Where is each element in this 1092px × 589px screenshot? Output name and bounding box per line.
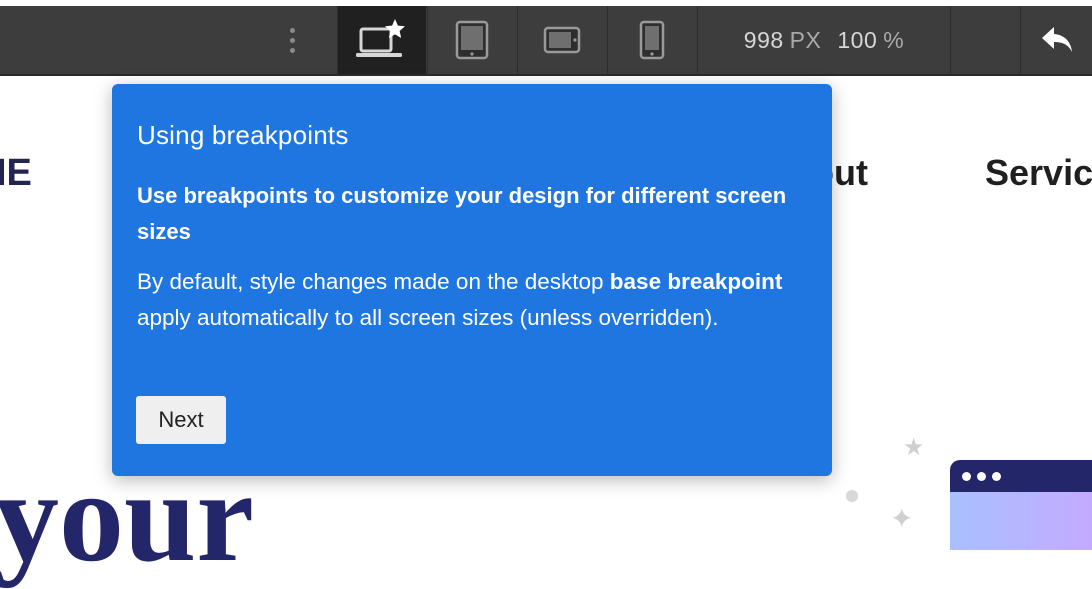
breakpoint-mobile-landscape-button[interactable] (518, 6, 606, 74)
undo-button[interactable] (1022, 6, 1092, 74)
breakpoint-desktop-base-button[interactable] (338, 6, 426, 74)
browser-body (950, 492, 1092, 550)
decorative-sparkle-icon: ✦ (890, 503, 914, 534)
vertical-ellipsis-icon (289, 27, 295, 33)
nav-item-services[interactable]: Servic (985, 152, 1092, 194)
divider (950, 6, 951, 74)
phone-portrait-icon (639, 20, 665, 60)
breakpoint-mobile-portrait-button[interactable] (608, 6, 696, 74)
undo-arrow-icon (1042, 27, 1072, 52)
ellipsis-dot (289, 47, 295, 53)
popover-body-bold: base breakpoint (609, 269, 783, 294)
tablet-icon (455, 20, 489, 60)
nav-item-partial-left[interactable]: IE (0, 152, 32, 195)
breakpoint-tablet-button[interactable] (428, 6, 516, 74)
popover-subtitle: Use breakpoints to customize your design… (137, 183, 787, 244)
width-value: 998 (743, 26, 784, 53)
width-unit: PX (789, 26, 822, 53)
breakpoint-toolbar: 998 PX 100 % (0, 6, 1092, 76)
popover-body: By default, style changes made on the de… (137, 264, 807, 336)
canvas-size-readout: 998 PX 100 % (698, 6, 950, 74)
decorative-dot (846, 490, 858, 502)
browser-window-illustration (950, 460, 1092, 550)
divider (1020, 6, 1021, 74)
decorative-star-icon: ★ (903, 434, 925, 461)
zoom-unit: % (883, 26, 905, 53)
window-dot (962, 471, 971, 481)
more-options-button[interactable] (270, 6, 314, 74)
ellipsis-dot (289, 37, 295, 43)
popover-body-prefix: By default, style changes made on the de… (137, 269, 610, 294)
window-dot (992, 471, 1001, 481)
window-dot (977, 471, 986, 481)
phone-landscape-icon (543, 26, 581, 54)
browser-title-bar (950, 460, 1092, 492)
zoom-value: 100 (837, 26, 878, 53)
popover-body-suffix: apply automatically to all screen sizes … (137, 305, 719, 330)
next-button[interactable]: Next (136, 396, 226, 444)
popover-title: Using breakpoints (137, 120, 349, 150)
popover-arrow (574, 154, 598, 168)
breakpoints-onboarding-popover: Using breakpoints Use breakpoints to cus… (112, 84, 832, 476)
laptop-star-icon (356, 19, 405, 57)
